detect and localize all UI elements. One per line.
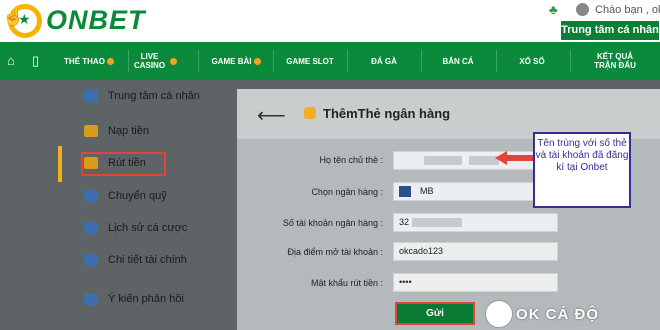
hot-badge-icon (253, 57, 261, 65)
nav-game-bai[interactable]: GAME BÀI (204, 42, 268, 80)
submit-button[interactable]: Gửi (395, 302, 475, 325)
nav-ket-qua[interactable]: KẾT QUẢ TRẬN ĐẤU (576, 42, 654, 80)
greeting-text: Chào bạn , ok (595, 4, 660, 16)
nav-live-casino[interactable]: LIVE CASINO (130, 42, 178, 80)
watermark-text: OK CÁ ĐỘ (516, 306, 599, 323)
hot-badge-icon (106, 57, 114, 65)
account-number-label: Số tài khoản ngân hàng : (282, 218, 383, 228)
mobile-icon[interactable]: ▯ (32, 53, 39, 69)
bank-label: Chọn ngân hàng : (311, 187, 383, 197)
main-nav: ⌂ ▯ THỂ THAO LIVE CASINO GAME BÀI GAME S… (0, 42, 660, 80)
deposit-icon (84, 125, 98, 137)
sidebar-item-deposit[interactable]: Nạp tiền (84, 121, 149, 141)
sidebar-item-bet-history[interactable]: Lịch sử cá cược (84, 218, 187, 238)
home-icon[interactable]: ⌂ (7, 53, 15, 68)
annotation-callout: Tên trùng với số thẻ và tài khoản đã đăn… (533, 132, 631, 208)
avatar[interactable] (576, 3, 589, 16)
history-icon (84, 222, 98, 234)
hot-badge-icon (169, 57, 177, 65)
nav-da-ga[interactable]: ĐÁ GÀ (352, 42, 416, 80)
branch-field[interactable]: okcado123 (393, 242, 558, 261)
page-title: ThêmThẻ ngân hàng (323, 106, 451, 121)
card-icon (304, 107, 316, 119)
feedback-icon (84, 293, 98, 305)
hand-cursor-icon: ☝ (2, 6, 25, 26)
nav-the-thao[interactable]: THỂ THAO (60, 42, 118, 80)
sidebar-item-transfer[interactable]: Chuyển quỹ (84, 186, 167, 206)
user-icon (84, 90, 98, 102)
sidebar-item-withdraw[interactable]: Rút tiền (84, 153, 146, 173)
withdraw-password-field[interactable]: •••• (393, 273, 558, 292)
finance-icon (84, 254, 98, 266)
bank-icon (399, 186, 411, 197)
sidebar-item-personal-center[interactable]: Trung tâm cá nhân (84, 86, 200, 106)
onbet-logo[interactable]: ★ ONBET (4, 2, 174, 38)
withdraw-icon (84, 157, 98, 169)
transfer-icon (84, 190, 98, 202)
nav-xo-so[interactable]: XỔ SỐ (500, 42, 564, 80)
watermark: OK CÁ ĐỘ (480, 298, 640, 330)
nav-game-slot[interactable]: GAME SLOT (278, 42, 342, 80)
active-indicator (58, 146, 62, 182)
add-bank-card-panel: ⟵ ThêmThẻ ngân hàng Họ tên chủ thẻ : Chọ… (237, 89, 660, 330)
account-number-field[interactable]: 32 (393, 213, 558, 232)
nav-ban-ca[interactable]: BẮN CÁ (426, 42, 490, 80)
christmas-tree-icon: ♣ (549, 2, 558, 17)
member-center-button[interactable]: Trung tâm cá nhân (561, 21, 659, 40)
password-label: Mật khẩu rút tiền : (310, 278, 383, 288)
sidebar-item-finance[interactable]: Chi tiết tài chính (84, 250, 187, 270)
top-header: ★ ONBET ☝ ♣ Chào bạn , ok Trung tâm cá n… (0, 0, 660, 42)
branch-label: Địa điểm mở tài khoản : (287, 247, 383, 257)
soccer-ball-icon (485, 300, 513, 328)
back-arrow-icon[interactable]: ⟵ (257, 103, 286, 128)
red-arrow-icon (495, 151, 535, 165)
brand-name: ONBET (46, 5, 146, 35)
holder-label: Họ tên chủ thẻ : (319, 155, 383, 165)
sidebar-item-feedback[interactable]: Ý kiến phản hồi (84, 289, 184, 309)
